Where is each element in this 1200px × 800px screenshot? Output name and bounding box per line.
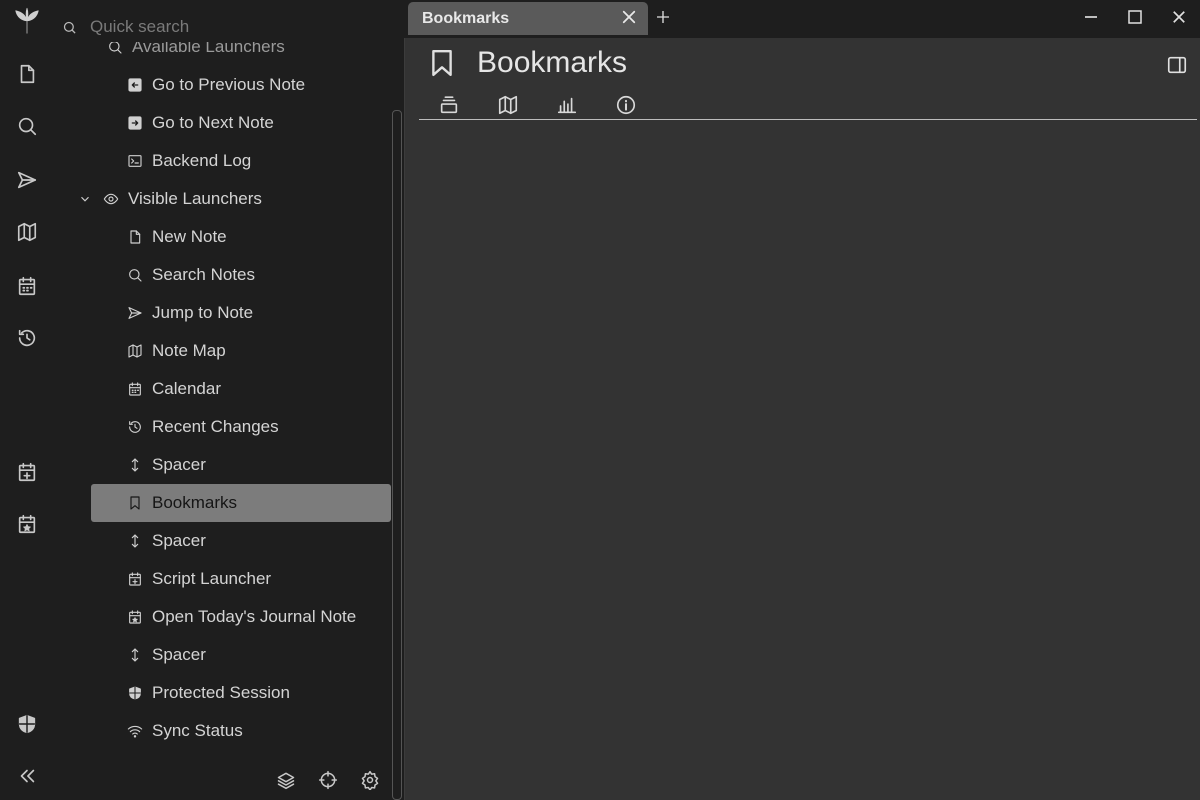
- tree-item-label: Jump to Note: [152, 303, 254, 322]
- ribbon-divider: [419, 119, 1197, 120]
- vertical-arrows-icon: [126, 532, 144, 550]
- gear-icon[interactable]: [354, 765, 386, 795]
- tree-item-sync-status[interactable]: Sync Status: [126, 712, 243, 750]
- tree-item-calendar[interactable]: Calendar: [126, 370, 221, 408]
- new-note-icon[interactable]: [9, 56, 45, 92]
- history-icon: [126, 418, 144, 436]
- tree-item-label: Visible Launchers: [128, 189, 262, 208]
- tree-item-search-notes[interactable]: Search Notes: [126, 256, 255, 294]
- tree-item-label: Note Map: [152, 341, 226, 360]
- new-tab-icon[interactable]: [654, 8, 676, 30]
- arrow-left-box-icon: [126, 76, 144, 94]
- tree-item-go-previous-note[interactable]: Go to Previous Note: [126, 66, 305, 104]
- history-icon[interactable]: [9, 320, 45, 356]
- tree-item-note-map[interactable]: Note Map: [126, 332, 226, 370]
- tree-item-label: Sync Status: [152, 721, 243, 740]
- tree-item-spacer[interactable]: Spacer: [126, 446, 206, 484]
- journal-today-icon[interactable]: [9, 506, 45, 542]
- search-icon: [54, 20, 84, 35]
- tree-item-label: Go to Next Note: [152, 113, 274, 132]
- close-window-icon[interactable]: [1170, 8, 1192, 30]
- tree-item-jump-to-note[interactable]: Jump to Note: [126, 294, 253, 332]
- note-tree-pane: Available Launchers Go to Previous Note …: [54, 0, 404, 800]
- search-icon: [126, 266, 144, 284]
- tree-item-label: Protected Session: [152, 683, 290, 702]
- calendar-plus-icon: [126, 570, 144, 588]
- layers-icon[interactable]: [270, 765, 302, 795]
- tree-item-label: Calendar: [152, 379, 221, 398]
- tab-bar: Bookmarks: [404, 0, 1200, 38]
- search-icon[interactable]: [9, 108, 45, 144]
- toggle-right-pane-icon[interactable]: [1166, 54, 1188, 76]
- collection-icon[interactable]: [419, 92, 478, 118]
- tab-title: Bookmarks: [422, 9, 510, 27]
- vertical-arrows-icon: [126, 456, 144, 474]
- close-tab-icon[interactable]: [620, 8, 640, 28]
- tree-item-recent-changes[interactable]: Recent Changes: [126, 408, 279, 446]
- note-title-row: Bookmarks: [429, 46, 627, 80]
- bar-chart-icon[interactable]: [537, 92, 596, 118]
- tree-item-open-todays-journal-note[interactable]: Open Today's Journal Note: [126, 598, 356, 636]
- send-icon[interactable]: [9, 162, 45, 198]
- shield-icon: [126, 684, 144, 702]
- crosshair-icon[interactable]: [312, 765, 344, 795]
- tree-item-new-note[interactable]: New Note: [126, 218, 227, 256]
- tree-item-backend-log[interactable]: Backend Log: [126, 142, 251, 180]
- send-icon: [126, 304, 144, 322]
- map-icon[interactable]: [9, 214, 45, 250]
- tree-scrollbar[interactable]: [392, 110, 402, 800]
- vertical-arrows-icon: [126, 646, 144, 664]
- tree-item-label: Recent Changes: [152, 417, 279, 436]
- calendar-icon: [126, 380, 144, 398]
- minimize-icon[interactable]: [1082, 8, 1104, 30]
- tree-item-go-next-note[interactable]: Go to Next Note: [126, 104, 274, 142]
- tree-item-label: Bookmarks: [152, 493, 238, 512]
- tree-item-bookmarks[interactable]: Bookmarks: [91, 484, 391, 522]
- arrow-right-box-icon: [126, 114, 144, 132]
- tree-item-label: Spacer: [152, 531, 206, 550]
- quick-search-bar: [54, 12, 394, 42]
- quick-search-input[interactable]: [90, 17, 380, 37]
- note-detail-pane: Bookmarks: [404, 38, 1200, 800]
- tab-bookmarks[interactable]: Bookmarks: [408, 2, 648, 35]
- tree-item-label: Search Notes: [152, 265, 255, 284]
- map-icon: [126, 342, 144, 360]
- terminal-icon: [126, 152, 144, 170]
- tree-item-label: Open Today's Journal Note: [152, 607, 357, 626]
- chevron-down-icon[interactable]: [78, 192, 94, 206]
- bookmark-icon: [429, 49, 455, 77]
- note-title[interactable]: Bookmarks: [477, 46, 627, 80]
- tree-bottom-toolbar: [270, 765, 386, 795]
- script-launcher-icon[interactable]: [9, 454, 45, 490]
- calendar-star-icon: [126, 608, 144, 626]
- wifi-icon: [126, 722, 144, 740]
- tree-item-label: New Note: [152, 227, 227, 246]
- tree-item-visible-launchers[interactable]: Visible Launchers: [78, 180, 262, 218]
- tree-item-label: Spacer: [152, 455, 206, 474]
- bookmark-icon: [126, 494, 144, 512]
- file-icon: [126, 228, 144, 246]
- protected-session-icon[interactable]: [9, 706, 45, 742]
- tree-item-label: Backend Log: [152, 151, 252, 170]
- eye-icon: [102, 190, 120, 208]
- app-logo-icon[interactable]: [9, 4, 45, 40]
- tree-item-label: Go to Previous Note: [152, 75, 306, 94]
- calendar-icon[interactable]: [9, 268, 45, 304]
- collapse-sidebar-icon[interactable]: [9, 758, 45, 794]
- tree-item-protected-session[interactable]: Protected Session: [126, 674, 290, 712]
- info-icon[interactable]: [596, 92, 655, 118]
- map-icon[interactable]: [478, 92, 537, 118]
- tree-item-spacer[interactable]: Spacer: [126, 522, 206, 560]
- tree-item-script-launcher[interactable]: Script Launcher: [126, 560, 271, 598]
- note-tree: Available Launchers Go to Previous Note …: [54, 0, 394, 760]
- tree-item-label: Spacer: [152, 645, 206, 664]
- launcher-bar: [0, 0, 54, 800]
- ribbon-toolbar: [419, 92, 655, 118]
- tree-item-spacer[interactable]: Spacer: [126, 636, 206, 674]
- maximize-icon[interactable]: [1126, 8, 1148, 30]
- tree-item-label: Script Launcher: [152, 569, 272, 588]
